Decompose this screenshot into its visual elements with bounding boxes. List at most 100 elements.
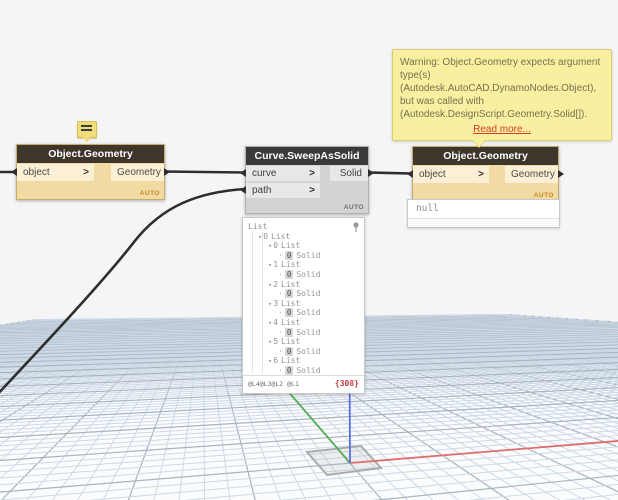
list-index: 5 (273, 337, 279, 347)
list-index: 0 (273, 241, 279, 251)
input-nub-icon[interactable] (11, 168, 17, 176)
output-port-solid[interactable]: Solid (330, 166, 374, 181)
list-preview-row[interactable]: ▾1 List (243, 260, 364, 270)
item-bullet-icon: · (278, 365, 283, 375)
list-index: 1 (273, 260, 279, 270)
list-index: 0 (263, 231, 269, 241)
list-index: 3 (273, 298, 279, 308)
item-index-badge: 0 (284, 327, 294, 337)
expander-arrow-icon[interactable]: ▾ (268, 300, 272, 308)
note-tail (83, 137, 91, 143)
list-preview-row[interactable]: · 0 Solid (243, 269, 364, 280)
chevron-right-icon: > (478, 169, 484, 180)
input-port-object[interactable]: object > (11, 164, 94, 181)
list-index: 2 (273, 279, 279, 289)
workspace-canvas[interactable]: Object.Geometry object > Geometry AUTO C… (0, 0, 618, 500)
output-port-geometry[interactable]: Geometry (505, 166, 564, 183)
tooltip-tail (473, 140, 485, 147)
output-nub-icon[interactable] (558, 170, 564, 178)
list-preview-row[interactable]: · 0 Solid (243, 365, 364, 375)
input-port-object[interactable]: object > (407, 166, 489, 183)
list-preview-row[interactable]: List (243, 222, 364, 232)
item-label: List (281, 241, 301, 251)
item-bullet-icon: · (278, 269, 283, 279)
node-object-geometry-right[interactable]: Object.Geometry object > Geometry AUTO (407, 146, 564, 202)
list-index: 6 (273, 356, 279, 366)
expander-arrow-icon[interactable]: ▾ (268, 281, 272, 289)
note-line (81, 129, 92, 131)
item-label: List (281, 260, 301, 270)
item-label: Solid (296, 250, 321, 260)
item-label: Solid (296, 327, 321, 337)
list-preview-row[interactable]: ▾2 List (243, 280, 364, 290)
chevron-right-icon: > (83, 167, 89, 178)
item-index-badge: 0 (284, 308, 294, 318)
node-object-geometry-left[interactable]: Object.Geometry object > Geometry AUTO (11, 144, 170, 200)
node-title[interactable]: Object.Geometry (413, 147, 558, 165)
node-curve-sweepassolid[interactable]: Curve.SweepAsSolid curve > path > Solid … (240, 146, 374, 214)
item-index-badge: 0 (284, 269, 294, 279)
list-preview-row[interactable]: ▾0 List (243, 232, 364, 242)
expander-arrow-icon[interactable]: ▾ (268, 242, 272, 250)
output-port-geometry[interactable]: Geometry (111, 164, 170, 181)
item-label: List (281, 356, 301, 366)
item-index-badge: 0 (284, 346, 294, 356)
expander-arrow-icon[interactable]: ▾ (258, 233, 262, 241)
list-preview-rows[interactable]: List ▾0 List ▾0 List · 0 Solid ▾1 List · 0 Solid ▾2 Li… (243, 218, 364, 375)
item-bullet-icon: · (278, 289, 283, 299)
null-value: null (408, 200, 559, 219)
null-preview-footer (408, 219, 559, 227)
list-preview-row[interactable]: · 0 Solid (243, 289, 364, 299)
item-label: Solid (296, 308, 321, 318)
input-nub-icon[interactable] (240, 186, 246, 194)
node-title[interactable]: Curve.SweepAsSolid (246, 147, 368, 165)
list-preview-row[interactable]: · 0 Solid (243, 346, 364, 357)
item-count-label: {308} (334, 379, 359, 388)
item-bullet-icon: · (278, 327, 283, 337)
list-index: 4 (273, 317, 279, 327)
input-port-curve[interactable]: curve > (240, 166, 320, 181)
node-title[interactable]: Object.Geometry (17, 145, 164, 163)
read-more-link[interactable]: Read more... (400, 124, 604, 135)
input-port-path[interactable]: path > (240, 183, 320, 198)
list-preview-row[interactable]: ▾0 List (243, 241, 364, 251)
list-preview-row[interactable]: · 0 Solid (243, 308, 364, 318)
item-bullet-icon: · (278, 346, 283, 356)
expander-arrow-icon[interactable]: ▾ (268, 357, 272, 365)
note-line (81, 125, 92, 127)
item-label: List (281, 298, 301, 308)
chevron-right-icon: > (309, 168, 315, 179)
list-preview-row[interactable]: ▾3 List (243, 299, 364, 309)
list-preview-row[interactable]: ▾5 List (243, 337, 364, 347)
item-label: Solid (296, 365, 321, 375)
list-levels-label[interactable]: @L4@L3@L2 @L1 (248, 380, 299, 388)
expander-arrow-icon[interactable]: ▾ (268, 261, 272, 269)
lacing-badge[interactable]: AUTO (344, 204, 364, 211)
wire-geometry-to-curve[interactable] (161, 170, 247, 174)
chevron-right-icon: > (309, 185, 315, 196)
item-label: List (248, 222, 268, 231)
wire-solid-to-object[interactable] (366, 171, 413, 175)
list-preview-bubble[interactable]: List ▾0 List ▾0 List · 0 Solid ▾1 List · 0 Solid ▾2 Li… (242, 217, 365, 394)
lacing-badge[interactable]: AUTO (140, 190, 160, 197)
item-label: Solid (296, 269, 321, 279)
warning-text: Warning: Object.Geometry expects argumen… (400, 57, 601, 120)
item-index-badge: 0 (284, 365, 294, 375)
list-preview-row[interactable]: · 0 Solid (243, 327, 364, 338)
item-label: Solid (296, 289, 321, 299)
comment-note-icon[interactable] (77, 121, 97, 143)
expander-arrow-icon[interactable]: ▾ (268, 338, 272, 346)
input-nub-icon[interactable] (407, 170, 413, 178)
list-preview-row[interactable]: ▾6 List (243, 356, 364, 366)
output-nub-icon[interactable] (164, 168, 170, 176)
output-nub-icon[interactable] (368, 169, 374, 177)
lacing-badge[interactable]: AUTO (534, 192, 554, 199)
input-nub-icon[interactable] (240, 169, 246, 177)
warning-tooltip: Warning: Object.Geometry expects argumen… (392, 49, 612, 148)
list-preview-row[interactable]: ▾4 List (243, 318, 364, 328)
item-index-badge: 0 (284, 250, 294, 260)
list-preview-row[interactable]: · 0 Solid (243, 250, 364, 261)
expander-arrow-icon[interactable]: ▾ (268, 319, 272, 327)
item-bullet-icon: · (278, 308, 283, 318)
item-label: List (281, 317, 301, 327)
